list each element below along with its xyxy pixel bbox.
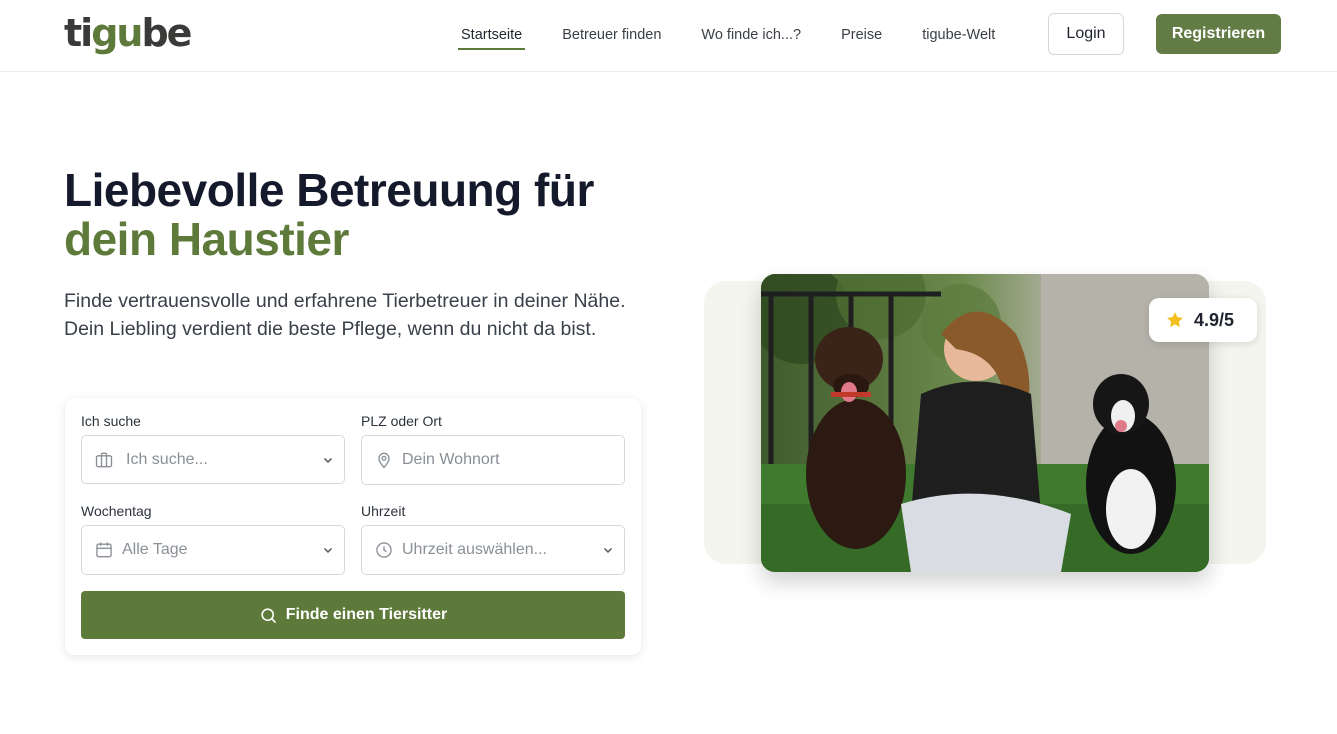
find-sitter-button[interactable]: Finde einen Tiersitter (81, 591, 625, 639)
clock-icon (376, 542, 392, 558)
hero-photo-illustration (761, 274, 1209, 572)
search-icon (261, 607, 276, 623)
nav-item-startseite[interactable]: Startseite (458, 24, 526, 50)
find-sitter-label: Finde einen Tiersitter (285, 606, 448, 623)
service-select[interactable]: Ich suche... (81, 435, 345, 484)
chevron-down-icon (603, 547, 613, 554)
chevron-down-icon (323, 457, 333, 464)
hero-photo (761, 274, 1209, 572)
map-pin-icon (378, 452, 390, 469)
login-button[interactable]: Login (1048, 13, 1124, 55)
location-input-placeholder: Dein Wohnort (402, 451, 500, 468)
chevron-down-icon (323, 547, 333, 554)
weekday-label: Wochentag (81, 503, 152, 519)
rating-badge: 4.9/5 (1149, 298, 1257, 342)
star-icon (1167, 312, 1183, 328)
hero-title-line1: Liebevolle Betreuung für (64, 164, 594, 216)
time-label: Uhrzeit (361, 503, 406, 519)
time-select[interactable]: Uhrzeit auswählen... (361, 525, 625, 575)
service-select-value: Ich suche... (126, 451, 208, 468)
nav-item-preise[interactable]: Preise (838, 24, 885, 50)
weekday-select-value: Alle Tage (122, 541, 188, 558)
nav-item-tigube-welt[interactable]: tigube-Welt (919, 24, 998, 50)
nav-item-betreuer-finden[interactable]: Betreuer finden (559, 24, 664, 50)
register-button[interactable]: Registrieren (1156, 14, 1281, 54)
rating-score: 4.9/5 (1194, 309, 1235, 330)
hero-subtitle: Finde vertrauensvolle und erfahrene Tier… (64, 290, 626, 340)
main-nav: Startseite Betreuer finden Wo finde ich.… (458, 24, 1032, 50)
logo[interactable]: tigube (64, 10, 192, 56)
search-card: Ich suche Ich suche... PLZ oder Ort Dein… (65, 398, 641, 655)
briefcase-icon (95, 452, 113, 468)
location-input[interactable]: Dein Wohnort (361, 435, 625, 485)
time-select-value: Uhrzeit auswählen... (402, 541, 547, 558)
site-header: tigube Startseite Betreuer finden Wo fin… (0, 0, 1337, 72)
hero-title: Liebevolle Betreuung für dein Haustier (64, 166, 594, 264)
location-label: PLZ oder Ort (361, 413, 442, 429)
service-label: Ich suche (81, 413, 141, 429)
hero-title-line2: dein Haustier (64, 213, 349, 265)
nav-item-wo-finde-ich[interactable]: Wo finde ich...? (698, 24, 804, 50)
weekday-select[interactable]: Alle Tage (81, 525, 345, 575)
calendar-icon (96, 542, 112, 558)
